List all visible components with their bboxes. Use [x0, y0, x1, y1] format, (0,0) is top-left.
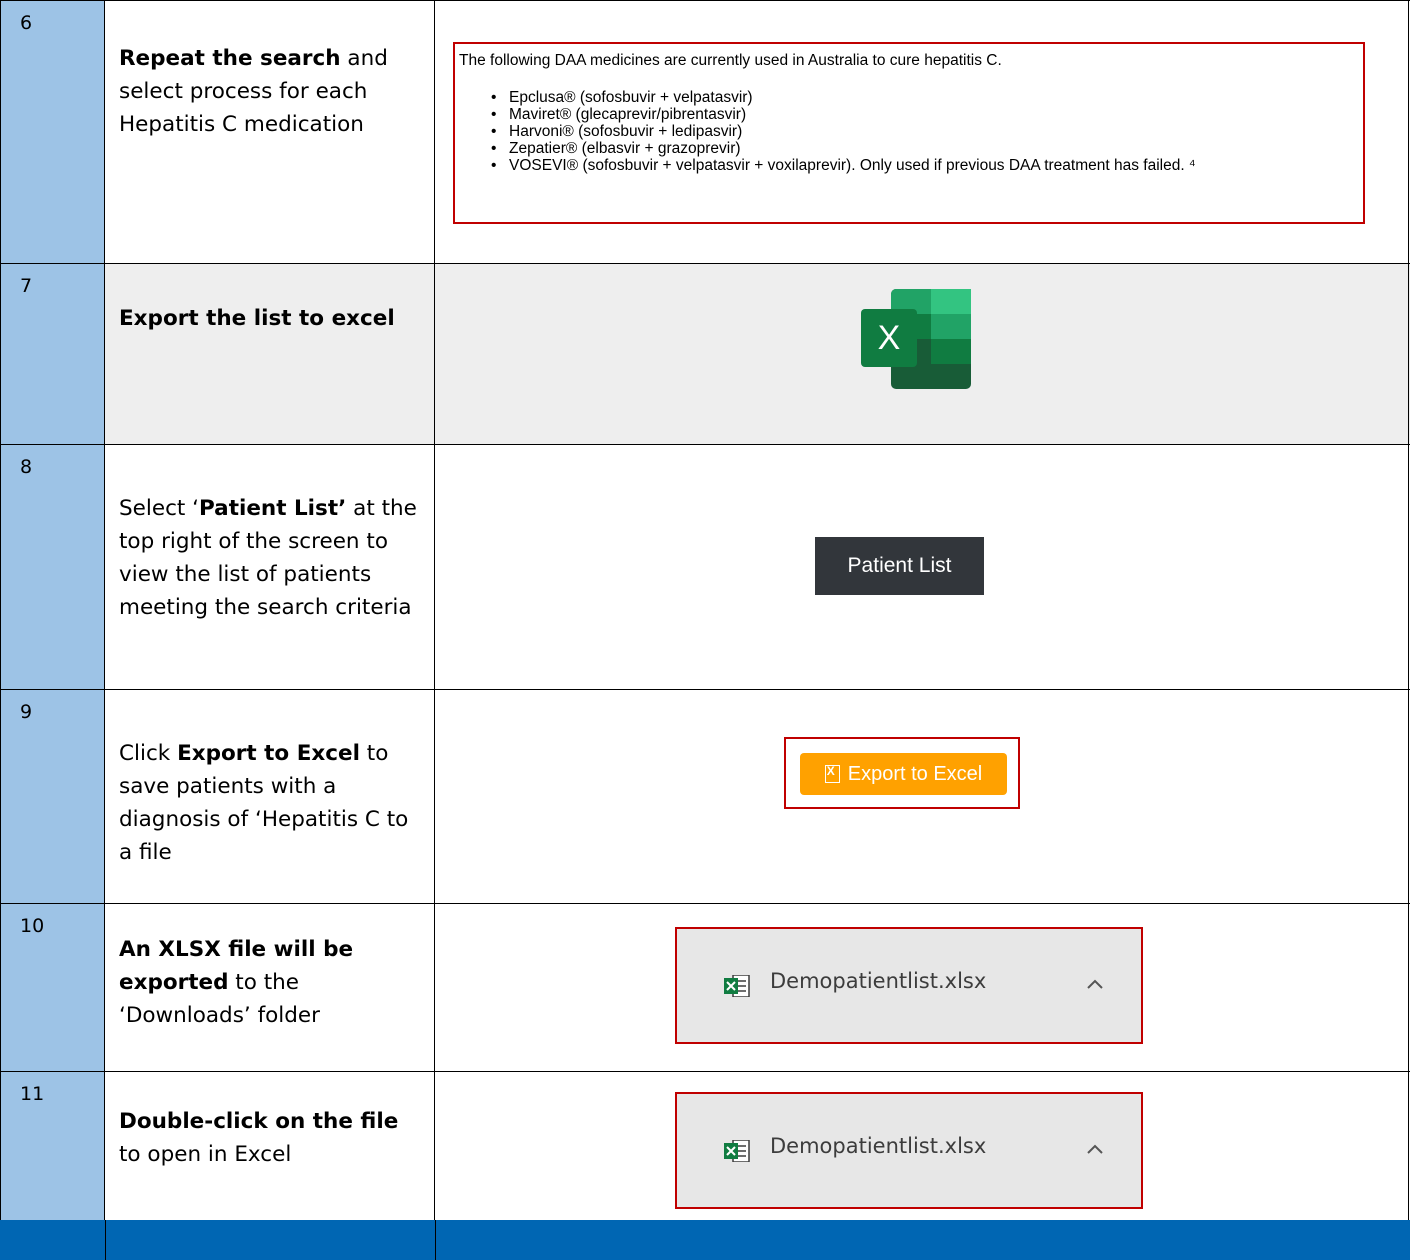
step-illustration: X [435, 263, 1409, 444]
step-row-6: 6 Repeat the search and select process f… [0, 0, 1410, 263]
excel-logo-icon: X [861, 289, 971, 389]
download-file-name: Demopatientlist.xlsx [770, 969, 987, 993]
download-item[interactable]: Demopatientlist.xlsx [675, 927, 1143, 1044]
row-divider [0, 903, 1410, 904]
description-text: Export to Excel [177, 741, 360, 766]
list-item: VOSEVI® (sofosbuvir + velpatasvir + voxi… [491, 157, 1359, 174]
chevron-up-icon[interactable] [1085, 977, 1105, 991]
daa-medicines-list: The following DAA medicines are currentl… [453, 42, 1365, 224]
step-number: 6 [0, 0, 105, 263]
step-row-9: 9 Click Export to Excel to save patients… [0, 689, 1410, 903]
step-illustration: The following DAA medicines are currentl… [435, 0, 1409, 263]
list-item: Zepatier® (elbasvir + grazoprevir) [491, 140, 1359, 157]
export-to-excel-button[interactable]: Export to Excel [800, 753, 1007, 795]
excel-file-icon [824, 764, 840, 783]
xlsx-file-icon [724, 975, 750, 997]
step-row-10: 10 An XLSX file will be exported to the … [0, 903, 1410, 1071]
step-illustration: Export to Excel [435, 689, 1409, 903]
step-illustration: Demopatientlist.xlsx [435, 1071, 1409, 1220]
step-illustration: Patient List [435, 444, 1409, 689]
description-text: Patient List’ [199, 496, 347, 521]
list-item: Harvoni® (sofosbuvir + ledipasvir) [491, 123, 1359, 140]
step-illustration: Demopatientlist.xlsx [435, 903, 1409, 1071]
step-description: Select ‘Patient List’ at the top right o… [105, 444, 435, 689]
description-text: Repeat the search [119, 46, 341, 71]
step-number: 7 [0, 263, 105, 444]
export-highlight-frame: Export to Excel [784, 737, 1020, 809]
download-file-name: Demopatientlist.xlsx [770, 1134, 987, 1158]
step-row-8: 8 Select ‘Patient List’ at the top right… [0, 444, 1410, 689]
row-divider [0, 689, 1410, 690]
step-description: Click Export to Excel to save patients w… [105, 689, 435, 903]
step-description: An XLSX file will be exported to the ‘Do… [105, 903, 435, 1071]
description-text: Double-click on the file [119, 1109, 399, 1134]
excel-letter: X [878, 319, 901, 357]
step-row-7: 7 Export the list to excel X [0, 263, 1410, 444]
list-item: Maviret® (glecaprevir/pibrentasvir) [491, 106, 1359, 123]
description-text: Click [119, 741, 178, 766]
row-divider [0, 1071, 1410, 1072]
download-item[interactable]: Demopatientlist.xlsx [675, 1092, 1143, 1209]
step-number: 10 [0, 903, 105, 1071]
daa-intro: The following DAA medicines are currentl… [459, 52, 1002, 69]
list-item: Epclusa® (sofosbuvir + velpatasvir) [491, 89, 1359, 106]
step-description: Export the list to excel [105, 263, 435, 444]
description-text: to open in Excel [119, 1142, 292, 1167]
step-number: 11 [0, 1071, 105, 1220]
step-description: Double-click on the file to open in Exce… [105, 1071, 435, 1220]
row-divider [0, 444, 1410, 445]
daa-items: Epclusa® (sofosbuvir + velpatasvir) Mavi… [459, 89, 1359, 174]
step-number: 9 [0, 689, 105, 903]
step-number: 8 [0, 444, 105, 689]
description-text: Select ‘ [119, 496, 199, 521]
patient-list-button[interactable]: Patient List [815, 537, 984, 595]
row-divider [0, 0, 1410, 1]
step-row-11: 11 Double-click on the file to open in E… [0, 1071, 1410, 1220]
step-description: Repeat the search and select process for… [105, 0, 435, 263]
chevron-up-icon[interactable] [1085, 1142, 1105, 1156]
description-text: Export the list to excel [119, 306, 395, 331]
xlsx-file-icon [724, 1140, 750, 1162]
export-button-label: Export to Excel [847, 762, 983, 785]
footer-bar [0, 1220, 1410, 1260]
row-divider [0, 263, 1410, 264]
